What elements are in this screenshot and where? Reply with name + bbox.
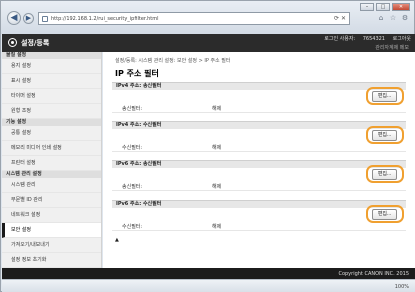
minimize-button[interactable]: – — [360, 3, 374, 11]
sidebar-section-title: 물질 설정 — [2, 52, 101, 59]
browser-statusbar: 100% — [2, 279, 415, 292]
favorites-star-icon[interactable]: ☆ — [389, 14, 397, 22]
login-user-id: 7654321 — [362, 36, 385, 42]
filter-value: 해제 — [212, 184, 222, 190]
browser-tools: ⌂ ☆ ⚙ — [377, 14, 409, 22]
filter-row: 수신필터: 해제 편집... — [112, 205, 406, 231]
close-window-button[interactable]: ✕ — [392, 3, 410, 11]
filter-label: 수신필터: — [122, 224, 143, 230]
edit-button[interactable]: 편집... — [372, 91, 397, 102]
window-controls: – □ ✕ — [360, 3, 410, 11]
back-arrow-icon[interactable]: ◀ — [7, 11, 21, 25]
settings-logo-icon — [8, 38, 17, 47]
filter-label: 수신필터: — [122, 145, 143, 151]
filter-label: 송신필터: — [122, 184, 143, 190]
sidebar-item-import-export[interactable]: 가져오기/내보내기 — [2, 238, 101, 253]
filter-heading: IPv6 주소: 송신필터 — [112, 160, 406, 168]
home-icon[interactable]: ⌂ — [377, 14, 385, 22]
settings-gear-icon[interactable]: ⚙ — [401, 14, 409, 22]
forward-arrow-icon[interactable]: ▶ — [23, 13, 34, 24]
filter-label: 송신필터: — [122, 106, 143, 112]
admin-mode-link[interactable]: 관리자계제 메모 — [375, 44, 409, 51]
filter-heading: IPv6 주소: 수신필터 — [112, 200, 406, 208]
sidebar-item-reset-settings[interactable]: 설정 정보 초기화 — [2, 253, 101, 268]
sidebar-item-paper-settings[interactable]: 용지 설정 — [2, 59, 101, 74]
sidebar-section-title: 기능 설정 — [2, 119, 101, 126]
filter-ipv6-outbound: IPv6 주소: 송신필터 송신필터: 해제 편집... — [112, 160, 406, 191]
browser-titlebar: ◀ ▶ http://192.168.1.2/rui_security_ipfi… — [1, 1, 414, 34]
refresh-icon[interactable]: ⟳ ✕ — [334, 15, 346, 22]
filter-value: 해제 — [212, 106, 222, 112]
copyright-text: Copyright CANON INC. 2015 — [338, 271, 409, 277]
browser-window: ◀ ▶ http://192.168.1.2/rui_security_ipfi… — [0, 0, 415, 292]
maximize-button[interactable]: □ — [376, 3, 390, 11]
sidebar-item-adjustment[interactable]: 원형 조정 — [2, 104, 101, 119]
zoom-level[interactable]: 100% — [395, 284, 409, 290]
sidebar: 물질 설정 용지 설정 표시 설정 타이머 설정 원형 조정 기능 설정 공통 … — [2, 52, 102, 268]
address-bar[interactable]: http://192.168.1.2/rui_security_ipfilter… — [38, 12, 350, 25]
edit-button[interactable]: 편집... — [372, 209, 397, 220]
sidebar-item-common-settings[interactable]: 공통 설정 — [2, 126, 101, 141]
login-user-label: 로그인 사용자: — [324, 36, 356, 42]
sidebar-item-department-id[interactable]: 부문별 ID 관리 — [2, 193, 101, 208]
main-content: 설정/등록: 시스템 관리 설정: 보안 설정 > IP 주소 필터 IP 주소… — [103, 52, 415, 268]
footer: Copyright CANON INC. 2015 — [2, 268, 415, 279]
app-title: 설정/등록 — [21, 39, 50, 47]
page-title: IP 주소 필터 — [115, 69, 159, 78]
filter-ipv6-inbound: IPv6 주소: 수신필터 수신필터: 해제 편집... — [112, 200, 406, 231]
page-icon — [42, 16, 48, 22]
user-bar: 로그인 사용자: 7654321 로그아웃 — [318, 35, 411, 42]
sidebar-item-display-settings[interactable]: 표시 설정 — [2, 74, 101, 89]
filter-heading: IPv4 주소: 송신필터 — [112, 82, 406, 90]
sidebar-item-network-settings[interactable]: 네트워크 설정 — [2, 208, 101, 223]
page-top-icon[interactable]: ▲ — [115, 237, 119, 243]
filter-ipv4-outbound: IPv4 주소: 송신필터 송신필터: 해제 편집... — [112, 82, 406, 113]
filter-row: 송신필터: 해제 편집... — [112, 165, 406, 191]
sidebar-item-printer-settings[interactable]: 프린터 설정 — [2, 156, 101, 171]
sidebar-item-timer-settings[interactable]: 타이머 설정 — [2, 89, 101, 104]
filter-row: 송신필터: 해제 편집... — [112, 87, 406, 113]
sidebar-item-security-settings[interactable]: 보안 설정 — [2, 223, 101, 238]
sidebar-item-memory-media-print[interactable]: 메모리 미디어 인쇄 설정 — [2, 141, 101, 156]
filter-value: 해제 — [212, 145, 222, 151]
edit-button[interactable]: 편집... — [372, 130, 397, 141]
edit-button[interactable]: 편집... — [372, 169, 397, 180]
filter-ipv4-inbound: IPv4 주소: 수신필터 수신필터: 해제 편집... — [112, 121, 406, 152]
logout-link[interactable]: 로그아웃 — [393, 36, 411, 42]
app-header: 설정/등록 로그인 사용자: 7654321 로그아웃 관리자계제 메모 — [2, 34, 415, 52]
filter-row: 수신필터: 해제 편집... — [112, 126, 406, 152]
filter-value: 해제 — [212, 224, 222, 230]
breadcrumb: 설정/등록: 시스템 관리 설정: 보안 설정 > IP 주소 필터 — [115, 58, 231, 64]
sidebar-item-system-management[interactable]: 시스템 관리 — [2, 178, 101, 193]
filter-heading: IPv4 주소: 수신필터 — [112, 121, 406, 129]
address-url[interactable]: http://192.168.1.2/rui_security_ipfilter… — [51, 16, 159, 22]
sidebar-section-title: 시스템 관리 설정 — [2, 171, 101, 178]
